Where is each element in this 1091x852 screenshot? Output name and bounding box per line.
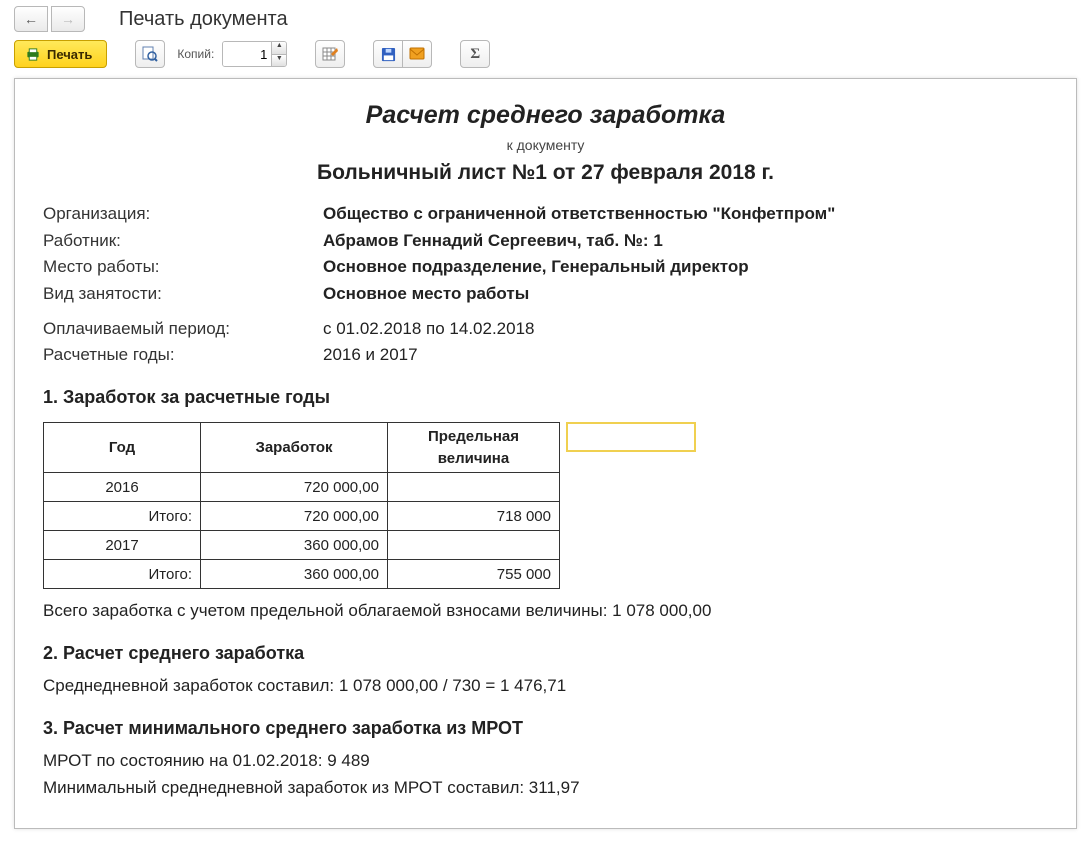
print-button-label: Печать [47, 47, 92, 62]
arrow-right-icon: → [61, 12, 75, 26]
col-year: Год [44, 422, 201, 473]
mail-button[interactable] [402, 40, 432, 68]
magnifier-icon [142, 46, 158, 62]
copies-spinner[interactable]: ▲ ▼ [222, 41, 287, 67]
floppy-icon [381, 47, 396, 62]
window-title: Печать документа [119, 8, 288, 31]
period-block: Оплачиваемый период: с 01.02.2018 по 14.… [43, 317, 1048, 368]
top-nav: ← → Печать документа [0, 0, 1091, 34]
table-row: Итого: 360 000,00 755 000 [44, 560, 560, 589]
table-row: 2017 360 000,00 [44, 531, 560, 560]
org-value: Общество с ограниченной ответственностью… [323, 202, 1048, 227]
preview-button[interactable] [135, 40, 165, 68]
years-label: Расчетные годы: [43, 343, 323, 368]
table-edit-icon [322, 46, 338, 62]
print-document: Расчет среднего заработка к документу Бо… [14, 78, 1077, 829]
copies-up-button[interactable]: ▲ [272, 42, 286, 55]
table-row: 2016 720 000,00 [44, 473, 560, 502]
forward-button[interactable]: → [51, 6, 85, 32]
table-row: Итого: 720 000,00 718 000 [44, 502, 560, 531]
toolbar: Печать Копий: ▲ ▼ [0, 34, 1091, 78]
doc-header: Больничный лист №1 от 27 февраля 2018 г. [43, 158, 1048, 188]
envelope-icon [409, 47, 425, 61]
open-doc-button[interactable] [315, 40, 345, 68]
col-earn: Заработок [201, 422, 388, 473]
save-button[interactable] [373, 40, 403, 68]
emp-label: Работник: [43, 229, 323, 254]
section1-title: 1. Заработок за расчетные годы [43, 384, 1048, 410]
section2-title: 2. Расчет среднего заработка [43, 640, 1048, 666]
section3-line2: Минимальный среднедневной заработок из М… [43, 776, 1048, 801]
section3-title: 3. Расчет минимального среднего заработк… [43, 715, 1048, 741]
section2-line: Среднедневной заработок составил: 1 078 … [43, 674, 1048, 699]
type-value: Основное место работы [323, 282, 1048, 307]
section3-line1: МРОТ по состоянию на 01.02.2018: 9 489 [43, 749, 1048, 774]
sigma-icon: Σ [470, 46, 480, 63]
copies-down-button[interactable]: ▼ [272, 55, 286, 67]
years-value: 2016 и 2017 [323, 343, 1048, 368]
period-label: Оплачиваемый период: [43, 317, 323, 342]
col-lim: Предельная величина [388, 422, 560, 473]
section1-total: Всего заработка с учетом предельной обла… [43, 599, 1048, 624]
arrow-left-icon: ← [24, 12, 38, 26]
doc-title: Расчет среднего заработка [43, 97, 1048, 133]
info-block: Организация: Общество с ограниченной отв… [43, 202, 1048, 307]
copies-label: Копий: [177, 47, 214, 61]
back-button[interactable]: ← [14, 6, 48, 32]
earnings-table: Год Заработок Предельная величина 2016 7… [43, 422, 560, 590]
type-label: Вид занятости: [43, 282, 323, 307]
place-value: Основное подразделение, Генеральный дире… [323, 255, 1048, 280]
selection-highlight [566, 422, 696, 452]
sum-button[interactable]: Σ [460, 40, 490, 68]
period-value: с 01.02.2018 по 14.02.2018 [323, 317, 1048, 342]
place-label: Место работы: [43, 255, 323, 280]
copies-input[interactable] [223, 42, 271, 66]
print-button[interactable]: Печать [14, 40, 107, 68]
emp-value: Абрамов Геннадий Сергеевич, таб. №: 1 [323, 229, 1048, 254]
org-label: Организация: [43, 202, 323, 227]
doc-subtitle: к документу [43, 135, 1048, 155]
printer-icon [25, 47, 41, 62]
